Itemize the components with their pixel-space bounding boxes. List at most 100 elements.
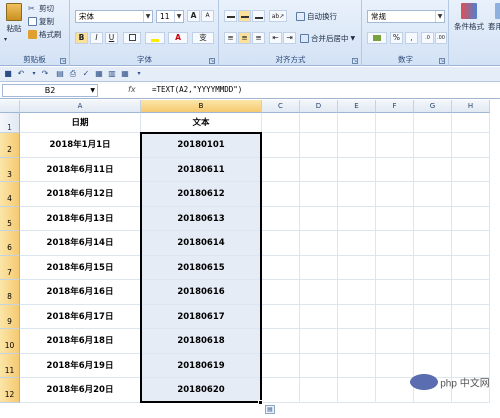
empty-cell[interactable] [376,206,414,231]
empty-cell[interactable] [338,353,376,378]
align-left-button[interactable]: ≡ [224,32,237,44]
date-cell[interactable]: 2018年1月1日 [20,133,141,158]
align-right-button[interactable]: ≡ [252,32,265,44]
empty-cell[interactable] [452,206,490,231]
print-icon[interactable]: ⎙ [68,69,78,79]
empty-cell[interactable] [452,255,490,280]
empty-cell[interactable] [300,133,338,158]
empty-cell[interactable] [338,182,376,207]
text-cell[interactable]: 20180620 [141,378,262,403]
date-cell[interactable]: 2018年6月12日 [20,182,141,207]
print-preview-icon[interactable]: ▤ [55,69,65,79]
empty-cell[interactable] [262,255,300,280]
grid-icon[interactable]: ▦ [120,69,130,79]
empty-cell[interactable] [262,353,300,378]
empty-cell[interactable] [414,280,452,305]
empty-cell[interactable] [414,231,452,256]
empty-cell[interactable] [338,304,376,329]
empty-cell[interactable] [376,182,414,207]
empty-cell[interactable] [300,353,338,378]
empty-cell[interactable] [300,329,338,354]
empty-cell[interactable] [414,329,452,354]
empty-cell[interactable] [338,255,376,280]
empty-cell[interactable] [262,329,300,354]
number-launcher-icon[interactable]: ↘ [439,58,445,64]
chart-icon[interactable]: ▥ [107,69,117,79]
empty-cell[interactable] [338,206,376,231]
align-center-button[interactable]: ≡ [238,32,251,44]
customize-toolbar-icon[interactable]: ▾ [134,69,144,79]
empty-cell[interactable] [300,378,338,403]
bottom-align-button[interactable] [252,10,265,22]
row-header[interactable]: 6 [0,231,20,256]
column-title-cell[interactable]: 日期 [20,113,141,133]
empty-cell[interactable] [338,157,376,182]
empty-cell[interactable] [338,133,376,158]
column-header-g[interactable]: G [414,100,452,113]
row-header[interactable]: 4 [0,182,20,207]
redo-icon[interactable]: ↷ [40,69,50,79]
empty-cell[interactable] [452,231,490,256]
row-header[interactable]: 7 [0,255,20,280]
copy-button[interactable]: 复制 [28,16,54,27]
empty-cell[interactable] [338,378,376,403]
top-align-button[interactable] [224,10,237,22]
empty-cell[interactable] [262,133,300,158]
empty-cell[interactable] [376,353,414,378]
empty-cell[interactable] [414,113,452,133]
formula-input[interactable]: =TEXT(A2,"YYYYMMDD") [152,85,242,94]
undo-icon[interactable]: ↶ [16,69,26,79]
empty-cell[interactable] [262,157,300,182]
empty-cell[interactable] [338,113,376,133]
paste-dropdown-icon[interactable]: ▾ [4,36,7,43]
select-all-corner[interactable] [0,100,20,113]
comma-button[interactable]: , [405,32,418,44]
conditional-formatting-button[interactable]: 条件格式 [454,3,484,32]
date-cell[interactable]: 2018年6月11日 [20,157,141,182]
decrease-indent-button[interactable]: ⇤ [269,32,282,44]
empty-cell[interactable] [338,329,376,354]
date-cell[interactable]: 2018年6月14日 [20,231,141,256]
decrease-decimal-button[interactable]: .00 [435,32,447,44]
column-header-h[interactable]: H [452,100,490,113]
clipboard-launcher-icon[interactable]: ↘ [60,58,66,64]
empty-cell[interactable] [376,133,414,158]
row-header[interactable]: 1 [0,113,20,133]
name-box[interactable]: B2 ▼ [2,84,98,97]
font-name-combo[interactable]: 宋体 ▼ [75,10,153,23]
empty-cell[interactable] [452,113,490,133]
wrap-text-button[interactable]: 自动换行 [296,11,337,22]
empty-cell[interactable] [262,378,300,403]
middle-align-button[interactable] [238,10,251,22]
row-header[interactable]: 12 [0,378,20,403]
empty-cell[interactable] [414,182,452,207]
text-cell[interactable]: 20180101 [141,133,262,158]
column-header-b[interactable]: B [141,100,262,113]
fill-color-button[interactable] [145,32,165,44]
increase-decimal-button[interactable]: .0 [421,32,434,44]
empty-cell[interactable] [452,304,490,329]
empty-cell[interactable] [300,157,338,182]
font-color-button[interactable]: A [168,32,188,44]
increase-indent-button[interactable]: ⇥ [283,32,296,44]
empty-cell[interactable] [376,329,414,354]
empty-cell[interactable] [300,182,338,207]
underline-button[interactable]: U [105,32,118,44]
empty-cell[interactable] [262,182,300,207]
row-header[interactable]: 8 [0,280,20,305]
undo-dropdown-icon[interactable]: ▾ [29,69,39,79]
empty-cell[interactable] [300,304,338,329]
empty-cell[interactable] [376,304,414,329]
spelling-icon[interactable]: ✓ [81,69,91,79]
empty-cell[interactable] [262,304,300,329]
number-format-combo[interactable]: 常规 ▼ [367,10,445,23]
column-header-a[interactable]: A [20,100,141,113]
row-header[interactable]: 11 [0,353,20,378]
empty-cell[interactable] [376,157,414,182]
grow-font-button[interactable]: A [187,10,200,22]
date-cell[interactable]: 2018年6月13日 [20,206,141,231]
text-cell[interactable]: 20180619 [141,353,262,378]
table-icon[interactable]: ▦ [94,69,104,79]
empty-cell[interactable] [414,133,452,158]
text-cell[interactable]: 20180616 [141,280,262,305]
